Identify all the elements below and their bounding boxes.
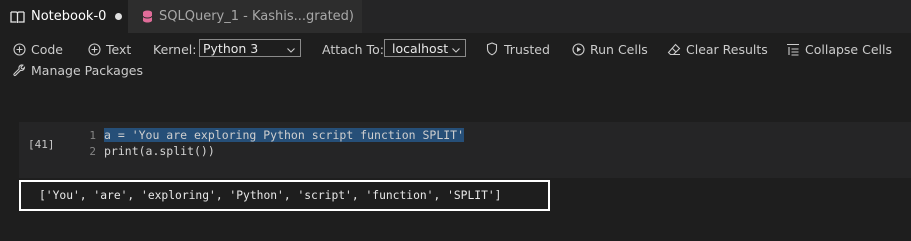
collapse-cells-label: Collapse Cells [805, 41, 892, 57]
line-number: 1 [89, 129, 96, 142]
kernel-value: Python 3 [203, 40, 259, 56]
shield-icon [485, 42, 499, 56]
notebook-toolbar: Code Text Kernel: Python 3 Attach To: lo… [0, 38, 911, 60]
trusted-label: Trusted [504, 41, 550, 57]
run-cells-button[interactable]: Run Cells [571, 38, 648, 60]
attach-to-value: localhost [392, 40, 449, 56]
tab-sqlquery-1[interactable]: SQLQuery_1 - Kashis...grated) [128, 0, 362, 33]
add-text-button[interactable]: Text [87, 38, 131, 60]
book-icon [9, 9, 25, 25]
notebook-toolbar-row-2: Manage Packages [0, 59, 300, 81]
attach-to-label: Attach To: [322, 38, 384, 60]
manage-packages-button[interactable]: Manage Packages [12, 59, 143, 81]
add-text-label: Text [106, 41, 132, 57]
tab-label: SQLQuery_1 - Kashis...grated) [159, 9, 354, 24]
wrench-icon [12, 63, 26, 77]
chevron-down-icon [451, 43, 461, 58]
plus-circle-icon [87, 42, 101, 56]
add-code-button[interactable]: Code [12, 38, 63, 60]
run-cells-label: Run Cells [590, 41, 648, 57]
code-line[interactable]: a = 'You are exploring Python script fun… [104, 128, 465, 142]
output-text: ['You', 'are', 'exploring', 'Python', 's… [39, 189, 502, 202]
tab-label: Notebook-0 [31, 9, 107, 24]
execution-count: [41] [28, 138, 55, 151]
manage-packages-label: Manage Packages [31, 62, 143, 78]
clear-results-label: Clear Results [686, 41, 768, 57]
play-circle-icon [571, 42, 585, 56]
attach-to-label-text: Attach To: [322, 41, 384, 57]
clear-results-button[interactable]: Clear Results [667, 38, 768, 60]
code-line[interactable]: print(a.split()) [104, 144, 215, 158]
kernel-select[interactable]: Python 3 [199, 39, 301, 57]
plus-circle-icon [12, 42, 26, 56]
chevron-down-icon [286, 43, 296, 58]
add-code-label: Code [31, 41, 64, 57]
attach-to-select[interactable]: localhost [384, 39, 466, 57]
database-icon [142, 9, 153, 25]
cell-output: ['You', 'are', 'exploring', 'Python', 's… [19, 180, 550, 211]
line-number: 2 [89, 145, 96, 158]
eraser-icon [667, 42, 681, 56]
collapse-icon [786, 42, 800, 56]
kernel-label: Kernel: [153, 38, 196, 60]
unsaved-dot-icon[interactable] [115, 13, 123, 20]
tab-bar: Notebook-0 SQLQuery_1 - Kashis...grated) [0, 0, 911, 33]
tab-notebook-0[interactable]: Notebook-0 [0, 0, 128, 33]
collapse-cells-button[interactable]: Collapse Cells [786, 38, 892, 60]
kernel-label-text: Kernel: [153, 41, 197, 57]
trusted-button[interactable]: Trusted [485, 38, 550, 60]
